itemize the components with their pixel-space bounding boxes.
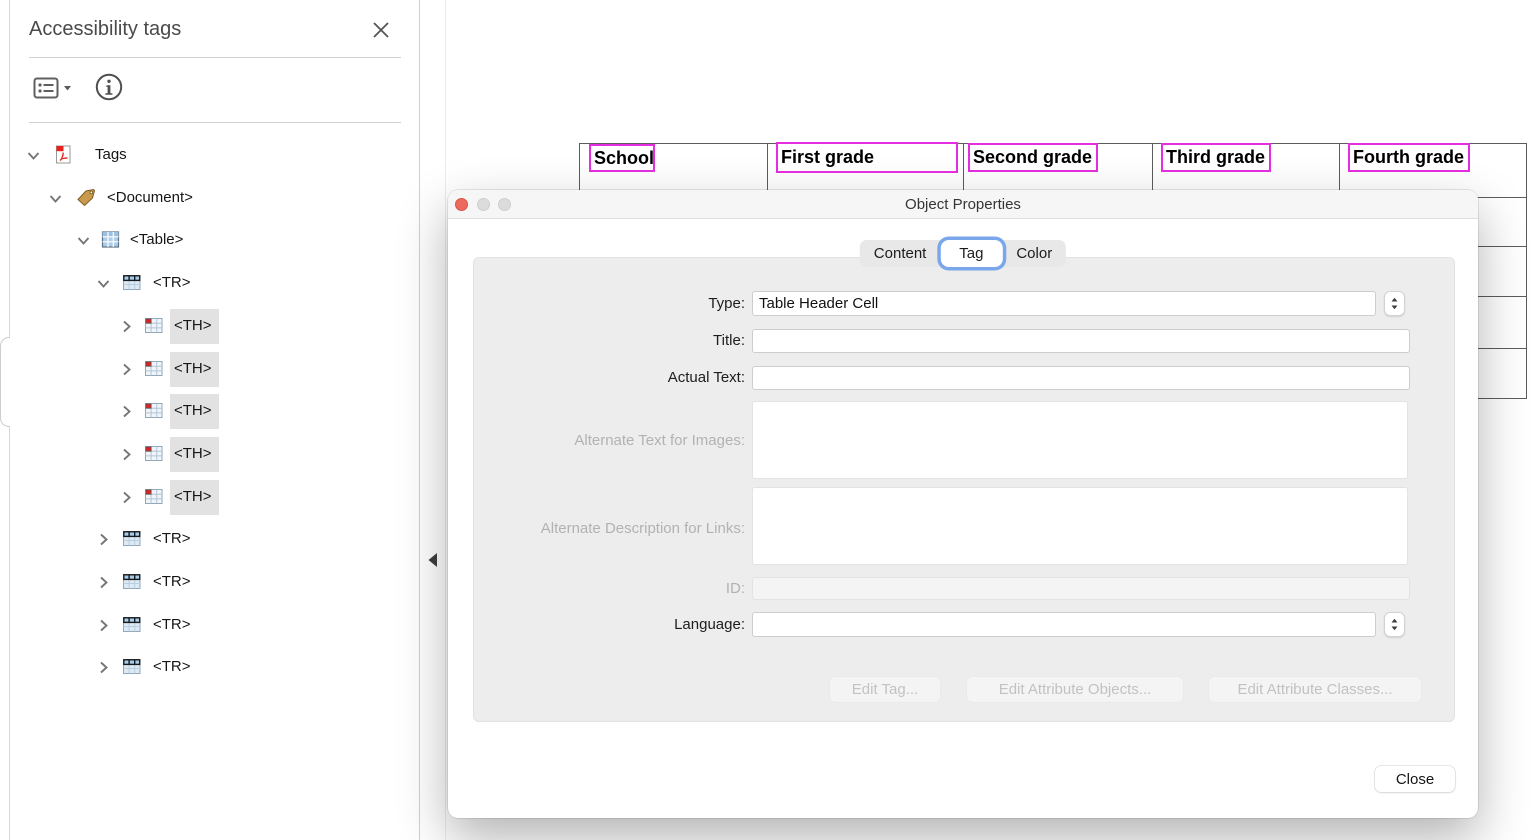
chevron-right-icon[interactable] bbox=[119, 447, 134, 462]
tree-item-label[interactable]: <TH> bbox=[170, 352, 219, 387]
chevron-right-icon[interactable] bbox=[119, 362, 134, 377]
table-header-highlight: Second grade bbox=[968, 143, 1098, 172]
table-row-icon bbox=[122, 657, 142, 676]
tree-item-label[interactable]: <Table> bbox=[127, 229, 186, 251]
language-input[interactable] bbox=[752, 612, 1376, 637]
id-label: ID: bbox=[448, 580, 745, 597]
tag-options-menu-button[interactable] bbox=[33, 74, 77, 102]
accessibility-tags-panel: Accessibility tags Tags <Document> bbox=[9, 0, 420, 840]
chevron-right-icon[interactable] bbox=[96, 618, 111, 633]
table-header-cell-icon bbox=[144, 444, 164, 463]
table-header-cell-icon bbox=[144, 359, 164, 378]
table-row-icon bbox=[122, 572, 142, 591]
tab-tag[interactable]: Tag bbox=[940, 240, 1002, 267]
chevron-right-icon[interactable] bbox=[96, 575, 111, 590]
actual-text-input[interactable] bbox=[752, 366, 1410, 390]
divider bbox=[29, 122, 401, 123]
type-input[interactable] bbox=[752, 291, 1376, 316]
tree-item-label[interactable]: <TR> bbox=[150, 272, 194, 294]
table-header-highlight: First grade bbox=[776, 142, 958, 173]
chevron-right-icon[interactable] bbox=[96, 660, 111, 675]
info-icon[interactable] bbox=[94, 72, 124, 102]
edit-attribute-objects-button: Edit Attribute Objects... bbox=[967, 677, 1183, 702]
alt-desc-links-label: Alternate Description for Links: bbox=[448, 520, 745, 537]
chevron-right-icon[interactable] bbox=[96, 532, 111, 547]
table-row-icon bbox=[122, 615, 142, 634]
chevron-right-icon[interactable] bbox=[119, 490, 134, 505]
table-header-highlight: Fourth grade bbox=[1348, 143, 1470, 172]
tree-item-label[interactable]: <TH> bbox=[170, 437, 219, 472]
table-icon bbox=[101, 230, 121, 249]
chevron-down-icon[interactable] bbox=[26, 148, 41, 163]
edit-attribute-classes-button: Edit Attribute Classes... bbox=[1209, 677, 1421, 702]
type-stepper[interactable] bbox=[1384, 291, 1405, 316]
table-header-highlight: School bbox=[589, 144, 655, 172]
divider bbox=[29, 57, 401, 58]
actual-text-label: Actual Text: bbox=[448, 369, 745, 386]
table-header-highlight: Third grade bbox=[1161, 143, 1271, 172]
table-row-icon bbox=[122, 273, 142, 292]
language-label: Language: bbox=[448, 616, 745, 633]
dialog-titlebar[interactable]: Object Properties bbox=[448, 190, 1478, 219]
chevron-down-icon[interactable] bbox=[48, 191, 63, 206]
collapse-panel-arrow-icon[interactable] bbox=[427, 552, 438, 568]
table-header-cell-icon bbox=[144, 401, 164, 420]
close-icon[interactable] bbox=[368, 17, 394, 43]
tree-item-label[interactable]: <TH> bbox=[170, 480, 219, 515]
panel-title: Accessibility tags bbox=[29, 18, 181, 41]
pdf-file-icon bbox=[53, 145, 73, 164]
chevron-down-icon[interactable] bbox=[76, 233, 91, 248]
tree-item-label[interactable]: <TH> bbox=[170, 309, 219, 344]
panel-gutter bbox=[420, 0, 445, 840]
title-label: Title: bbox=[448, 332, 745, 349]
tab-content[interactable]: Content bbox=[860, 240, 941, 267]
tag-icon bbox=[76, 188, 96, 207]
table-header-cell-icon bbox=[144, 316, 164, 335]
table-header-cell-icon bbox=[144, 487, 164, 506]
tree-item-label[interactable]: <TH> bbox=[170, 394, 219, 429]
chevron-down-icon[interactable] bbox=[96, 276, 111, 291]
edit-tag-button: Edit Tag... bbox=[830, 677, 940, 702]
chevron-right-icon[interactable] bbox=[119, 319, 134, 334]
tree-item-label[interactable]: <Document> bbox=[104, 187, 196, 209]
tree-item-label[interactable]: <TR> bbox=[150, 656, 194, 678]
tree-item-label[interactable]: <TR> bbox=[150, 614, 194, 636]
type-label: Type: bbox=[448, 295, 745, 312]
table-row-icon bbox=[122, 529, 142, 548]
close-button[interactable]: Close bbox=[1375, 766, 1455, 792]
language-stepper[interactable] bbox=[1384, 612, 1405, 637]
tab-color[interactable]: Color bbox=[1002, 240, 1066, 267]
alt-text-images-label: Alternate Text for Images: bbox=[448, 432, 745, 449]
tree-item-label[interactable]: Tags bbox=[92, 144, 130, 166]
title-input[interactable] bbox=[752, 329, 1410, 353]
id-input bbox=[752, 577, 1410, 600]
chevron-right-icon[interactable] bbox=[119, 404, 134, 419]
alt-desc-links-textarea bbox=[752, 487, 1408, 565]
dialog-title: Object Properties bbox=[448, 190, 1478, 219]
chevron-down-icon bbox=[64, 86, 71, 91]
dialog-tabs: Content Tag Color bbox=[860, 240, 1066, 267]
alt-text-images-textarea bbox=[752, 401, 1408, 479]
object-properties-dialog: Object Properties Content Tag Color Type… bbox=[448, 190, 1478, 818]
panel-splitter-handle[interactable] bbox=[0, 337, 10, 427]
tree-item-label[interactable]: <TR> bbox=[150, 528, 194, 550]
tree-item-label[interactable]: <TR> bbox=[150, 571, 194, 593]
